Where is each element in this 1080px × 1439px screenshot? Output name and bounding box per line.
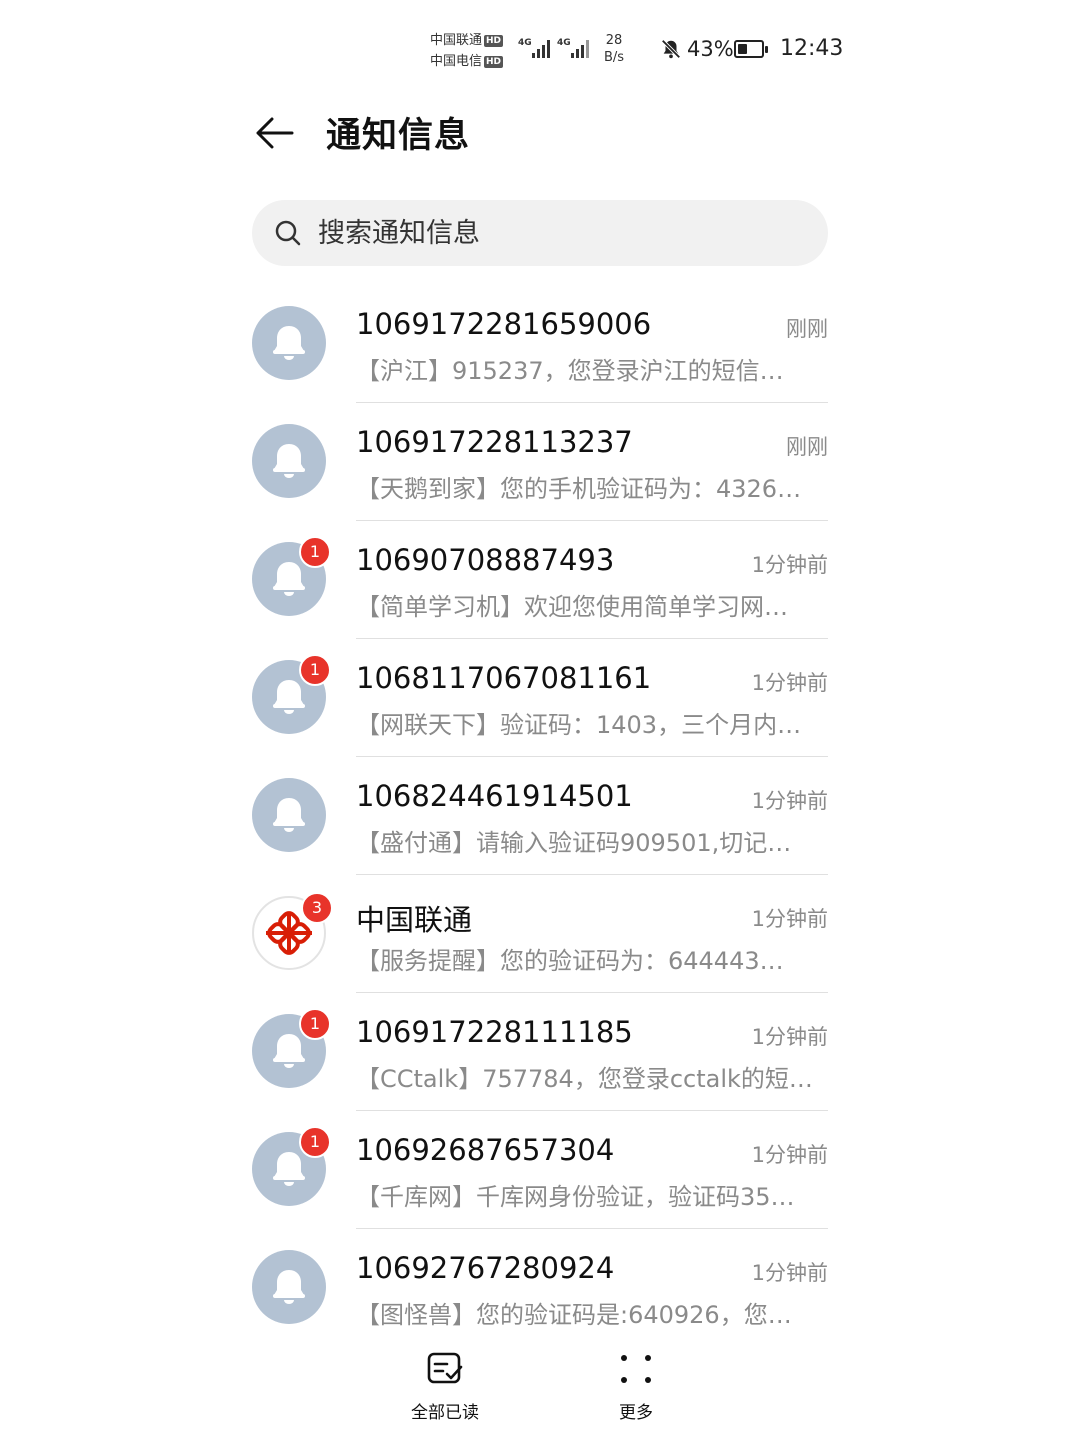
unread-badge: 1 [299,536,331,568]
battery-icon [734,40,768,58]
message-sender: 中国联通 [356,903,473,937]
message-time: 1分钟前 [751,671,828,695]
message-sender: 10690708887493 [356,543,615,577]
message-item[interactable]: 1069172281659006 刚刚 【沪江】915237，您登录沪江的短信… [252,285,828,403]
message-list: 1069172281659006 刚刚 【沪江】915237，您登录沪江的短信… 1… [252,285,828,1347]
search-icon [275,220,301,246]
mute-icon [661,39,681,59]
message-time: 1分钟前 [751,1143,828,1167]
message-preview: 【盛付通】请输入验证码909501,切记… [356,829,792,857]
message-item[interactable]: 106824461914501 1分钟前【盛付通】请输入验证码909501,切记… [252,757,828,875]
clock: 12:43 [780,36,844,61]
message-preview: 【图怪兽】您的验证码是:640926，您… [356,1301,792,1329]
bell-icon [273,1034,305,1068]
message-sender: 106824461914501 [356,779,633,813]
message-item[interactable]: 1 10690708887493 1分钟前【简单学习机】欢迎您使用简单学习网… [252,521,828,639]
message-preview: 【网联天下】验证码：1403，三个月内… [356,711,802,739]
message-preview: 【简单学习机】欢迎您使用简单学习网… [356,593,788,621]
mark-read-icon [427,1352,463,1384]
unread-badge: 1 [299,1126,331,1158]
message-sender: 1069172281659006 [356,307,652,341]
bell-icon [273,562,305,596]
message-sender: 10692767280924 [356,1251,615,1285]
unread-badge: 3 [301,892,333,924]
bell-icon [273,1152,305,1186]
message-sender: 106917228113237 [356,425,633,459]
message-preview: 【沪江】915237，您登录沪江的短信… [356,357,784,385]
more-dots-icon [621,1355,651,1383]
status-bar: 中国联通 HD 中国电信 HD 4G 4G 28 B/s 43% 12:43 [0,28,1080,72]
carrier-1: 中国联通 [430,33,483,48]
message-time: 1分钟前 [751,1261,828,1285]
message-sender: 10692687657304 [356,1133,615,1167]
sender-avatar [252,778,326,852]
message-time: 1分钟前 [751,789,828,813]
message-preview: 【服务提醒】您的验证码为：644443… [356,947,784,975]
search-input[interactable] [318,200,798,266]
message-item[interactable]: 3 中国联通 1分钟前【服务提醒】您的验证码为：644443… [252,875,828,993]
message-time: 1分钟前 [751,907,828,931]
battery-percent: 43% [687,37,734,61]
svg-text:4G: 4G [557,38,571,48]
bell-icon [273,444,305,478]
carrier-info: 中国联通 HD 中国电信 HD [430,30,504,72]
message-sender: 1068117067081161 [356,661,652,695]
message-item[interactable]: 1 10692687657304 1分钟前【千库网】千库网身份验证，验证码35… [252,1111,828,1229]
sender-avatar: 1 [252,1126,331,1206]
mark-all-read-label: 全部已读 [411,1403,479,1423]
message-time: 1分钟前 [751,553,828,577]
hd-badge: HD [484,56,504,68]
sender-avatar: 1 [252,654,331,734]
more-button[interactable]: 更多 [581,1350,691,1423]
message-preview: 【天鹅到家】您的手机验证码为：4326… [356,475,802,503]
message-item[interactable]: 106917228113237 刚刚【天鹅到家】您的手机验证码为：4326… [252,403,828,521]
message-preview: 【千库网】千库网身份验证，验证码35… [356,1183,795,1211]
sender-avatar [252,306,326,380]
carrier-2: 中国电信 [430,54,483,69]
network-speed: 28 B/s [603,33,625,65]
bottom-toolbar: 全部已读 更多 [0,1350,1080,1439]
sender-avatar [252,1250,326,1324]
message-preview: 【CCtalk】757784，您登录cctalk的短… [356,1065,813,1093]
hd-badge: HD [484,35,504,47]
unread-badge: 1 [299,1008,331,1040]
bell-icon [273,798,305,832]
svg-text:4G: 4G [518,38,532,48]
sender-avatar: 1 [252,536,331,616]
more-label: 更多 [619,1403,653,1423]
message-item[interactable]: 1 106917228111185 1分钟前【CCtalk】757784，您登录cc… [252,993,828,1111]
bell-icon [273,326,305,360]
header: 通知信息 [252,105,832,161]
message-sender: 106917228111185 [356,1015,633,1049]
bell-icon [273,680,305,714]
message-time: 刚刚 [786,435,828,459]
message-item[interactable]: 1 1068117067081161 1分钟前【网联天下】验证码：1403，三个月内… [252,639,828,757]
page-title: 通知信息 [326,116,471,156]
signal-icon: 4G [518,38,550,58]
bell-icon [273,1270,305,1304]
search-bar[interactable] [252,200,828,266]
signal-icon: 4G [557,38,589,58]
message-time: 1分钟前 [751,1025,828,1049]
message-item[interactable]: 10692767280924 1分钟前【图怪兽】您的验证码是:640926，您… [252,1229,828,1347]
mark-all-read-button[interactable]: 全部已读 [390,1350,500,1423]
sender-avatar: 3 [252,892,333,970]
unread-badge: 1 [299,654,331,686]
message-time: 刚刚 [786,317,828,341]
sender-avatar: 1 [252,1008,331,1088]
sender-avatar [252,424,326,498]
back-arrow-icon[interactable] [252,111,296,155]
